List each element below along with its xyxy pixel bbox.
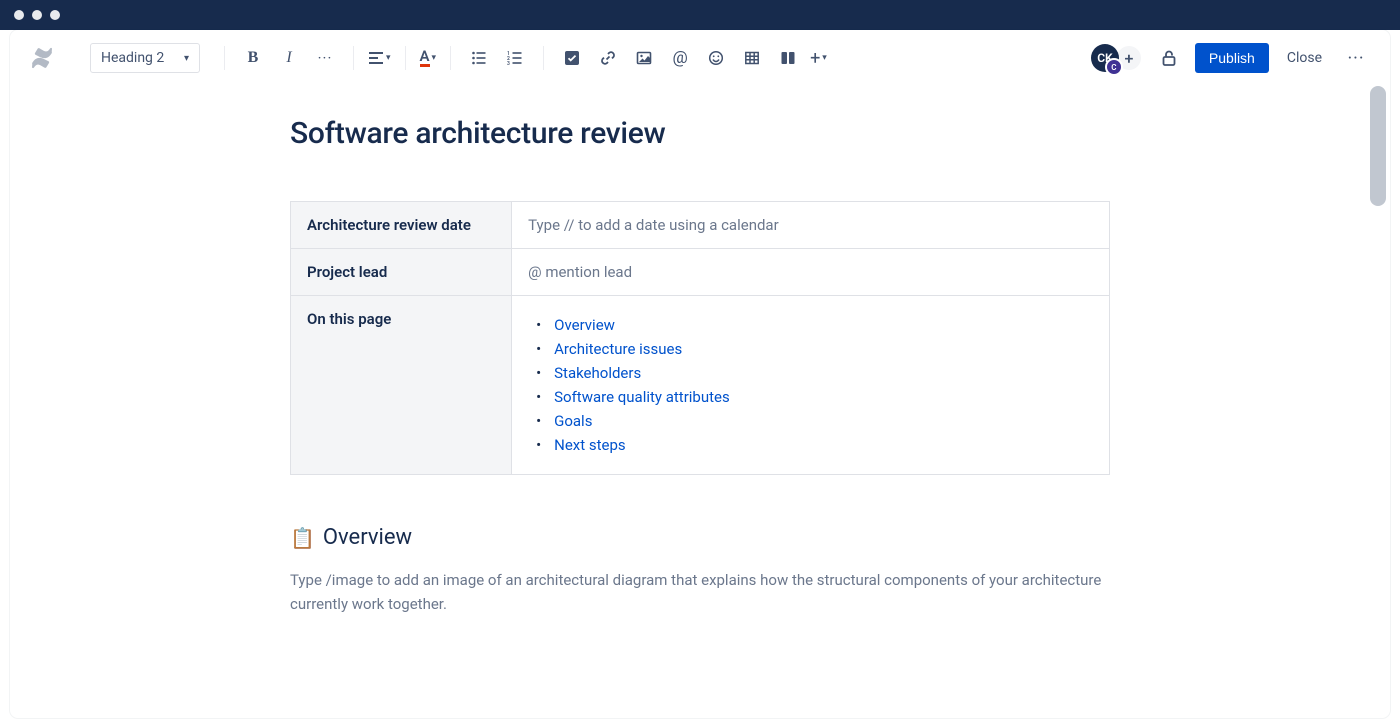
more-formatting-button[interactable]: ··· bbox=[309, 42, 341, 74]
page-title[interactable]: Software architecture review bbox=[290, 116, 1110, 151]
toc-link[interactable]: Next steps bbox=[554, 436, 626, 454]
window-control-dot[interactable] bbox=[50, 10, 60, 20]
property-value[interactable]: Type // to add a date using a calendar bbox=[512, 202, 1110, 249]
window-control-dot[interactable] bbox=[14, 10, 24, 20]
toc-link[interactable]: Overview bbox=[554, 316, 615, 334]
link-button[interactable] bbox=[592, 42, 624, 74]
svg-text:3: 3 bbox=[507, 61, 510, 66]
layouts-button[interactable] bbox=[772, 42, 804, 74]
numbered-list-button[interactable]: 123 bbox=[499, 42, 531, 74]
confluence-logo-icon bbox=[28, 44, 56, 72]
toc-item: Goals bbox=[532, 412, 1093, 430]
page-properties-table: Architecture review date Type // to add … bbox=[290, 201, 1110, 475]
section-body-text[interactable]: Type /image to add an image of an archit… bbox=[290, 568, 1110, 616]
alignment-button[interactable]: ▾ bbox=[366, 50, 393, 66]
chevron-down-icon: ▾ bbox=[386, 53, 391, 63]
toc-link[interactable]: Stakeholders bbox=[554, 364, 641, 382]
app-frame: Heading 2 ▾ B I ··· ▾ A ▾ 123 bbox=[10, 30, 1390, 718]
table-row: Project lead @ mention lead bbox=[291, 249, 1110, 296]
close-button[interactable]: Close bbox=[1279, 44, 1330, 72]
property-label[interactable]: On this page bbox=[291, 296, 512, 475]
text-color-button[interactable]: A ▾ bbox=[418, 49, 439, 67]
scrollbar-thumb[interactable] bbox=[1370, 86, 1386, 206]
action-item-button[interactable] bbox=[556, 42, 588, 74]
section-heading-overview[interactable]: 📋 Overview bbox=[290, 525, 1110, 550]
toc-item: Architecture issues bbox=[532, 340, 1093, 358]
window-titlebar bbox=[0, 0, 1400, 30]
toolbar-right-cluster: CK C + Publish Close ··· bbox=[1091, 30, 1372, 86]
bullet-list-button[interactable] bbox=[463, 42, 495, 74]
toolbar-separator bbox=[353, 46, 354, 70]
text-style-label: Heading 2 bbox=[101, 50, 164, 66]
image-button[interactable] bbox=[628, 42, 660, 74]
toc-item: Next steps bbox=[532, 436, 1093, 454]
emoji-button[interactable] bbox=[700, 42, 732, 74]
property-value-toc[interactable]: Overview Architecture issues Stakeholder… bbox=[512, 296, 1110, 475]
insert-more-button[interactable]: + ▾ bbox=[808, 48, 829, 69]
table-row: On this page Overview Architecture issue… bbox=[291, 296, 1110, 475]
italic-button[interactable]: I bbox=[273, 42, 305, 74]
avatar-badge: C bbox=[1105, 58, 1123, 76]
property-label[interactable]: Architecture review date bbox=[291, 202, 512, 249]
property-value[interactable]: @ mention lead bbox=[512, 249, 1110, 296]
table-button[interactable] bbox=[736, 42, 768, 74]
toc-item: Software quality attributes bbox=[532, 388, 1093, 406]
toc-item: Stakeholders bbox=[532, 364, 1093, 382]
toc-link[interactable]: Software quality attributes bbox=[554, 388, 730, 406]
table-of-contents: Overview Architecture issues Stakeholder… bbox=[528, 316, 1093, 454]
toolbar-separator bbox=[543, 46, 544, 70]
toolbar-separator bbox=[450, 46, 451, 70]
publish-button[interactable]: Publish bbox=[1195, 43, 1269, 73]
section-title: Overview bbox=[323, 525, 412, 550]
chevron-down-icon: ▾ bbox=[184, 53, 189, 64]
presence-avatars: CK C + bbox=[1091, 44, 1143, 72]
user-avatar[interactable]: CK C bbox=[1091, 44, 1119, 72]
toc-link[interactable]: Architecture issues bbox=[554, 340, 682, 358]
more-actions-button[interactable]: ··· bbox=[1340, 42, 1372, 74]
editor-toolbar: Heading 2 ▾ B I ··· ▾ A ▾ 123 bbox=[10, 30, 1390, 86]
toc-link[interactable]: Goals bbox=[554, 412, 592, 430]
chevron-down-icon: ▾ bbox=[822, 53, 827, 63]
restrictions-button[interactable] bbox=[1153, 42, 1185, 74]
property-label[interactable]: Project lead bbox=[291, 249, 512, 296]
bold-button[interactable]: B bbox=[237, 42, 269, 74]
toolbar-separator bbox=[224, 46, 225, 70]
text-style-select[interactable]: Heading 2 ▾ bbox=[90, 43, 200, 73]
toc-item: Overview bbox=[532, 316, 1093, 334]
table-row: Architecture review date Type // to add … bbox=[291, 202, 1110, 249]
mention-button[interactable]: @ bbox=[664, 42, 696, 74]
chevron-down-icon: ▾ bbox=[432, 53, 437, 63]
toolbar-separator bbox=[405, 46, 406, 70]
window-control-dot[interactable] bbox=[32, 10, 42, 20]
clipboard-emoji-icon: 📋 bbox=[290, 526, 315, 550]
editor-content[interactable]: Software architecture review Architectur… bbox=[290, 86, 1110, 656]
